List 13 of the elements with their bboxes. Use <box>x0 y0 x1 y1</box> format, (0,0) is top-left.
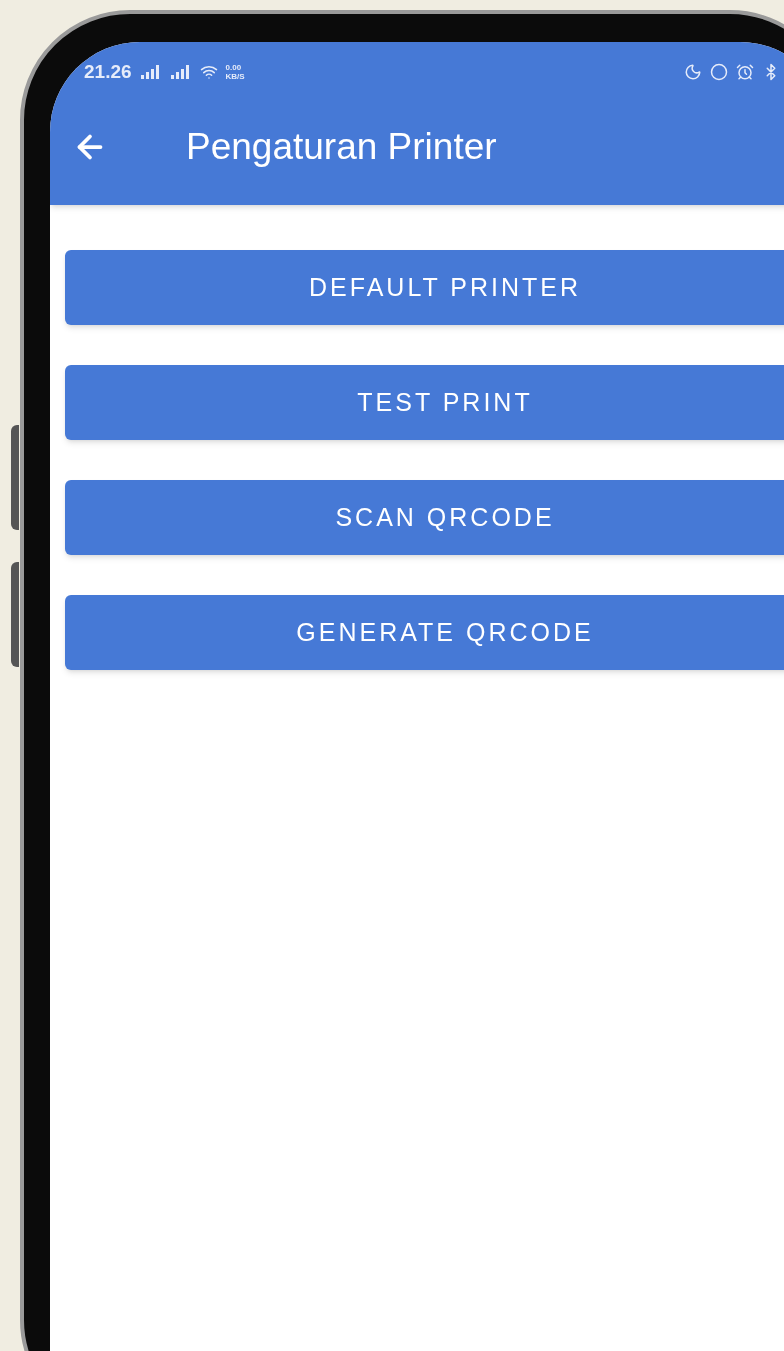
signal-icon <box>169 65 192 79</box>
wifi-icon <box>199 63 218 81</box>
circle-icon <box>710 63 728 81</box>
network-speed: 0.00 KB/S <box>225 63 245 81</box>
action-button[interactable]: TEST PRINT <box>65 365 784 440</box>
moon-icon <box>684 63 702 81</box>
status-time: 21.26 <box>84 59 132 84</box>
alarm-icon <box>736 63 754 81</box>
action-button[interactable]: SCAN QRCODE <box>65 480 784 555</box>
signal-icon <box>139 65 162 79</box>
app-bar-title: Pengaturan Printer <box>186 125 497 170</box>
action-button[interactable]: DEFAULT PRINTER <box>65 250 784 325</box>
action-button[interactable]: GENERATE QRCODE <box>65 595 784 670</box>
